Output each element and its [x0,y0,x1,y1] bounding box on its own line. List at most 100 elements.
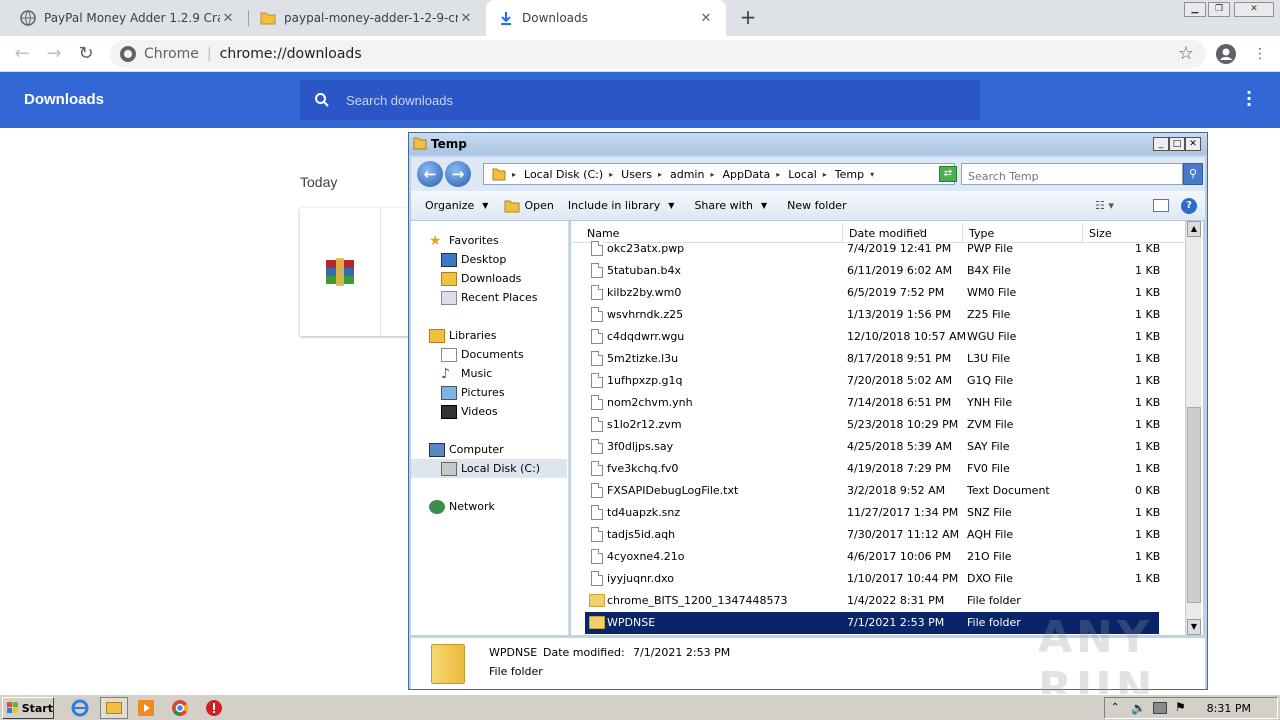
forward-button[interactable]: → [42,42,66,66]
include-in-library-menu[interactable]: Include in library ▼ [568,199,675,212]
close-tab-icon[interactable]: ✕ [698,11,714,26]
minimize-button[interactable]: ▁ [1184,2,1206,17]
file-row[interactable]: okc23atx.pwp 7/4/2019 12:41 PM PWP File 1 K… [585,238,1160,260]
share-with-menu[interactable]: Share with ▼ [694,199,767,212]
close-window-button[interactable]: ✕ [1234,2,1274,17]
file-row[interactable]: nom2chvm.ynh 7/14/2018 6:51 PM YNH File 1 K… [585,392,1160,414]
back-button[interactable]: ← [10,42,34,66]
search-downloads-input[interactable] [346,92,946,108]
nav-desktop[interactable]: Desktop [441,250,506,269]
url-separator: | [206,46,212,62]
close-tab-icon[interactable]: ✕ [458,11,474,26]
file-row[interactable]: FXSAPIDebugLogFile.txt 3/2/2018 9:52 AM Te… [585,480,1161,502]
tab-label: PayPal Money Adder 1.2.9 Crack + L [44,11,220,25]
maximize-button[interactable]: ❐ [1208,2,1230,17]
stop-sign-icon[interactable] [204,699,224,717]
volume-icon[interactable]: 🔈 [1131,701,1146,715]
more-actions-icon[interactable]: · · · [1244,85,1254,113]
folder-row[interactable]: chrome_BITS_1200_1347448573 1/4/2022 8:31… [585,590,1159,612]
breadcrumb-item[interactable]: AppData [722,168,770,181]
back-button[interactable]: ← [417,161,443,187]
breadcrumb-item[interactable]: Users [621,168,652,181]
new-folder-button[interactable]: New folder [787,199,846,212]
breadcrumb[interactable]: ▸ Local Disk (C:) ▸ Users ▸ admin ▸ AppData… [483,163,955,185]
nav-label: Downloads [461,272,522,285]
media-player-icon[interactable] [136,699,156,717]
file-row[interactable]: 5m2tizke.l3u 8/17/2018 9:51 PM L3U File 1 K… [585,348,1160,370]
breadcrumb-item[interactable]: admin [670,168,704,181]
bookmark-star-icon[interactable]: ☆ [1174,42,1198,66]
file-row[interactable]: 3f0dljps.say 4/25/2018 5:39 AM SAY File 1 K… [585,436,1160,458]
nav-videos[interactable]: Videos [441,402,498,421]
downloads-search[interactable] [300,80,980,120]
action-center-flag-icon[interactable]: ⚑ [1175,700,1186,714]
tab-folder[interactable]: paypal-money-adder-1-2-9-crack-lic ✕ [248,0,486,36]
nav-pictures[interactable]: Pictures [441,383,505,402]
file-row[interactable]: 1ufhpxzp.g1q 7/20/2018 5:02 AM G1Q File 1 K… [585,370,1160,392]
address-bar[interactable]: Chrome | chrome://downloads [110,40,1206,68]
system-tray: ⌃ 🔈 ⚑ 8:31 PM [1104,697,1278,719]
search-icon[interactable]: ⚲ [1183,163,1203,185]
network-tray-icon[interactable] [1153,702,1167,714]
nav-local-disk[interactable]: Local Disk (C:) [411,459,567,478]
minimize-button[interactable]: _ [1153,137,1169,151]
file-row[interactable]: iyyjuqnr.dxo 1/10/2017 10:44 PM DXO File 1 … [585,568,1160,590]
detail-date: 7/1/2021 2:53 PM [633,646,731,659]
nav-downloads[interactable]: Downloads [441,269,521,288]
file-row[interactable]: c4dqdwrr.wgu 12/10/2018 10:57 AM WGU File 1… [585,326,1160,348]
tray-expand-icon[interactable]: ⌃ [1111,702,1119,713]
new-tab-button[interactable]: + [736,6,760,30]
nav-network[interactable]: Network [429,497,495,516]
nav-libraries[interactable]: Libraries [429,326,497,345]
file-row[interactable]: fve3kchq.fv0 4/19/2018 7:29 PM FV0 File 1 K… [585,458,1160,480]
search-temp-input[interactable] [961,163,1183,185]
breadcrumb-item[interactable]: Local Disk (C:) [524,168,603,181]
nav-documents[interactable]: Documents [441,345,524,364]
open-button[interactable]: Open [504,199,554,213]
file-row[interactable]: 4cyoxne4.21o 4/6/2017 10:06 PM 21O File 1 K… [585,546,1160,568]
scroll-up-button[interactable]: ▲ [1187,221,1201,237]
start-button[interactable]: Start [2,697,54,719]
preview-pane-icon[interactable] [1153,199,1169,212]
tab-paypal[interactable]: PayPal Money Adder 1.2.9 Crack + L ✕ [8,0,248,36]
internet-explorer-icon[interactable] [70,699,90,717]
file-row[interactable]: wsvhrndk.z25 1/13/2019 1:56 PM Z25 File 1 K… [585,304,1160,326]
file-row[interactable]: 5tatuban.b4x 6/11/2019 6:02 AM B4X File 1 K… [585,260,1160,282]
view-options-icon[interactable]: ☷ ▾ [1095,199,1114,212]
forward-button[interactable]: → [445,161,471,187]
scroll-thumb[interactable] [1187,407,1201,603]
tab-strip: PayPal Money Adder 1.2.9 Crack + L ✕ pay… [0,0,1280,36]
file-type: G1Q File [967,374,1014,387]
reload-button[interactable]: ↻ [74,42,98,66]
file-icon [591,241,603,256]
file-size: 0 KB [1135,484,1161,497]
libraries-icon [429,328,445,343]
file-row[interactable]: td4uapzk.snz 11/27/2017 1:34 PM SNZ File 1 … [585,502,1160,524]
nav-computer[interactable]: Computer [429,440,504,459]
breadcrumb-item[interactable]: Local [788,168,817,181]
refresh-button[interactable]: ⇄ [939,166,957,182]
navigation-pane: ★ Favorites Desktop Downloads Recent Plac… [411,221,569,635]
winrar-archive-icon[interactable] [324,256,356,288]
share-label: Share with [694,199,754,212]
close-window-button[interactable]: ✕ [1185,137,1201,151]
nav-music[interactable]: ♪ Music [441,364,492,383]
maximize-button[interactable]: □ [1169,137,1185,151]
explorer-taskbar-icon[interactable] [100,697,128,719]
folder-icon [106,702,122,714]
chrome-icon[interactable] [170,699,190,717]
file-row[interactable]: kilbz2by.wm0 6/5/2019 7:52 PM WM0 File 1 KB [585,282,1160,304]
file-name: kilbz2by.wm0 [607,286,682,299]
vertical-scrollbar[interactable]: ▲ ▼ [1185,221,1201,635]
organize-menu[interactable]: Organize ▼ [425,199,488,212]
close-tab-icon[interactable]: ✕ [220,11,236,26]
breadcrumb-item[interactable]: Temp [835,168,864,181]
file-row[interactable]: tadjs5id.aqh 7/30/2017 11:12 AM AQH File 1 … [585,524,1160,546]
tab-downloads[interactable]: Downloads ✕ [486,0,726,36]
profile-icon[interactable] [1216,44,1236,64]
help-icon[interactable]: ? [1181,198,1197,214]
nav-recent-places[interactable]: Recent Places [441,288,538,307]
nav-favorites[interactable]: ★ Favorites [429,231,499,250]
file-row[interactable]: s1lo2r12.zvm 5/23/2018 10:29 PM ZVM File 1 … [585,414,1160,436]
chrome-menu-icon[interactable]: ⋮ [1248,42,1272,66]
